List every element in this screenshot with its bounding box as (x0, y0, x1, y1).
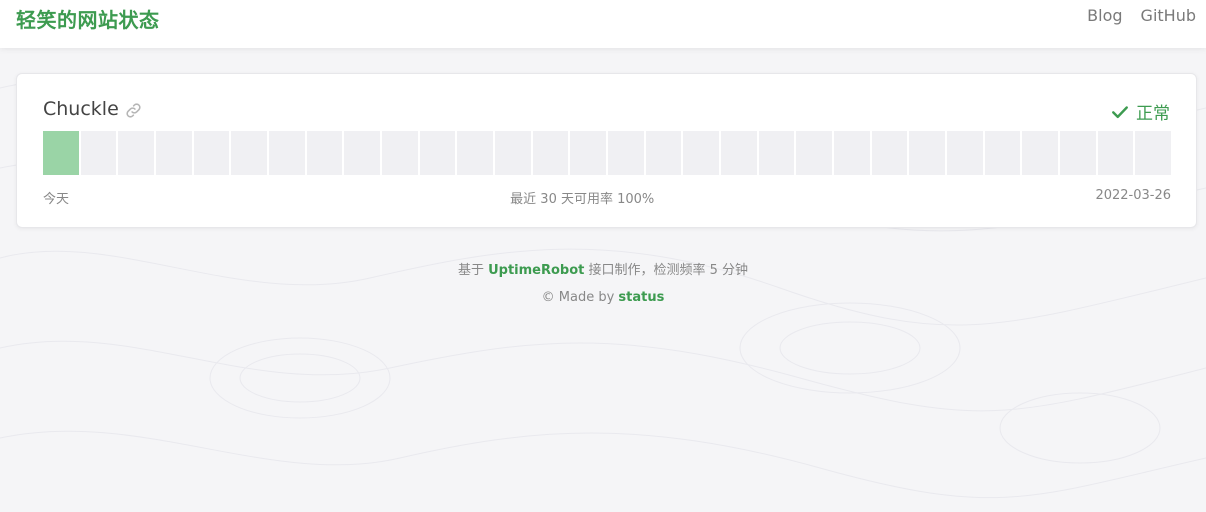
range-end-date: 2022-03-26 (1095, 188, 1171, 203)
uptime-day-bar (306, 131, 343, 175)
uptime-day-bar (570, 131, 607, 175)
uptime-day-bar (495, 131, 531, 175)
uptimerobot-link[interactable]: UptimeRobot (488, 263, 584, 278)
uptime-day-bar (118, 131, 155, 175)
footer-text-based-on: 基于 (457, 263, 489, 278)
uptime-day-bar (721, 131, 757, 175)
uptime-day-bar (419, 131, 456, 175)
link-icon[interactable] (125, 102, 142, 119)
uptime-summary: 今天 最近 30 天可用率 100% 2022-03-26 (43, 188, 1171, 207)
check-icon (1111, 103, 1129, 121)
nav-link-github[interactable]: GitHub (1141, 6, 1196, 25)
uptime-day-bar (43, 131, 79, 175)
uptime-day-bar (231, 131, 268, 175)
uptime-day-bar (80, 131, 117, 175)
uptime-day-bar (871, 131, 908, 175)
footer-line-1: 基于 UptimeRobot 接口制作，检测频率 5 分钟 (0, 257, 1206, 284)
footer-text-made-by: © Made by (541, 290, 619, 305)
uptime-day-bar (1060, 131, 1096, 175)
uptime-day-bar (457, 131, 494, 175)
footer-text-frequency: 接口制作，检测频率 5 分钟 (584, 263, 749, 278)
uptime-day-bar (796, 131, 833, 175)
page-footer: 基于 UptimeRobot 接口制作，检测频率 5 分钟 © Made by … (0, 257, 1206, 311)
uptime-bars (43, 131, 1172, 175)
top-header: 轻笑的网站状态 Blog GitHub (0, 0, 1206, 48)
status-indicator: 正常 (1111, 99, 1170, 124)
site-brand[interactable]: 轻笑的网站状态 (16, 4, 160, 33)
top-nav: Blog GitHub (1087, 6, 1196, 25)
range-start-label: 今天 (43, 192, 70, 207)
uptime-day-bar (382, 131, 418, 175)
uptime-day-bar (984, 131, 1021, 175)
uptime-day-bar (269, 131, 305, 175)
monitor-title: Chuckle (43, 98, 142, 120)
uptime-day-bar (909, 131, 946, 175)
uptime-day-bar (683, 131, 720, 175)
uptime-day-bar (1097, 131, 1134, 175)
uptime-day-bar (758, 131, 795, 175)
status-link[interactable]: status (618, 290, 664, 305)
footer-line-2: © Made by status (0, 284, 1206, 311)
status-text: 正常 (1136, 104, 1170, 124)
uptime-day-bar (608, 131, 644, 175)
monitor-card: Chuckle 正常 今天 最近 30 天可用率 100% 2022-03-26 (16, 73, 1197, 228)
uptime-day-bar (645, 131, 682, 175)
uptime-day-bar (947, 131, 983, 175)
uptime-day-bar (156, 131, 192, 175)
uptime-day-bar (1022, 131, 1059, 175)
uptime-day-bar (532, 131, 569, 175)
uptime-day-bar (344, 131, 381, 175)
uptime-percentage-label: 最近 30 天可用率 100% (510, 192, 655, 207)
monitor-name: Chuckle (43, 98, 119, 120)
uptime-day-bar (193, 131, 230, 175)
uptime-day-bar (834, 131, 870, 175)
nav-link-blog[interactable]: Blog (1087, 6, 1122, 25)
uptime-day-bar (1135, 131, 1172, 175)
